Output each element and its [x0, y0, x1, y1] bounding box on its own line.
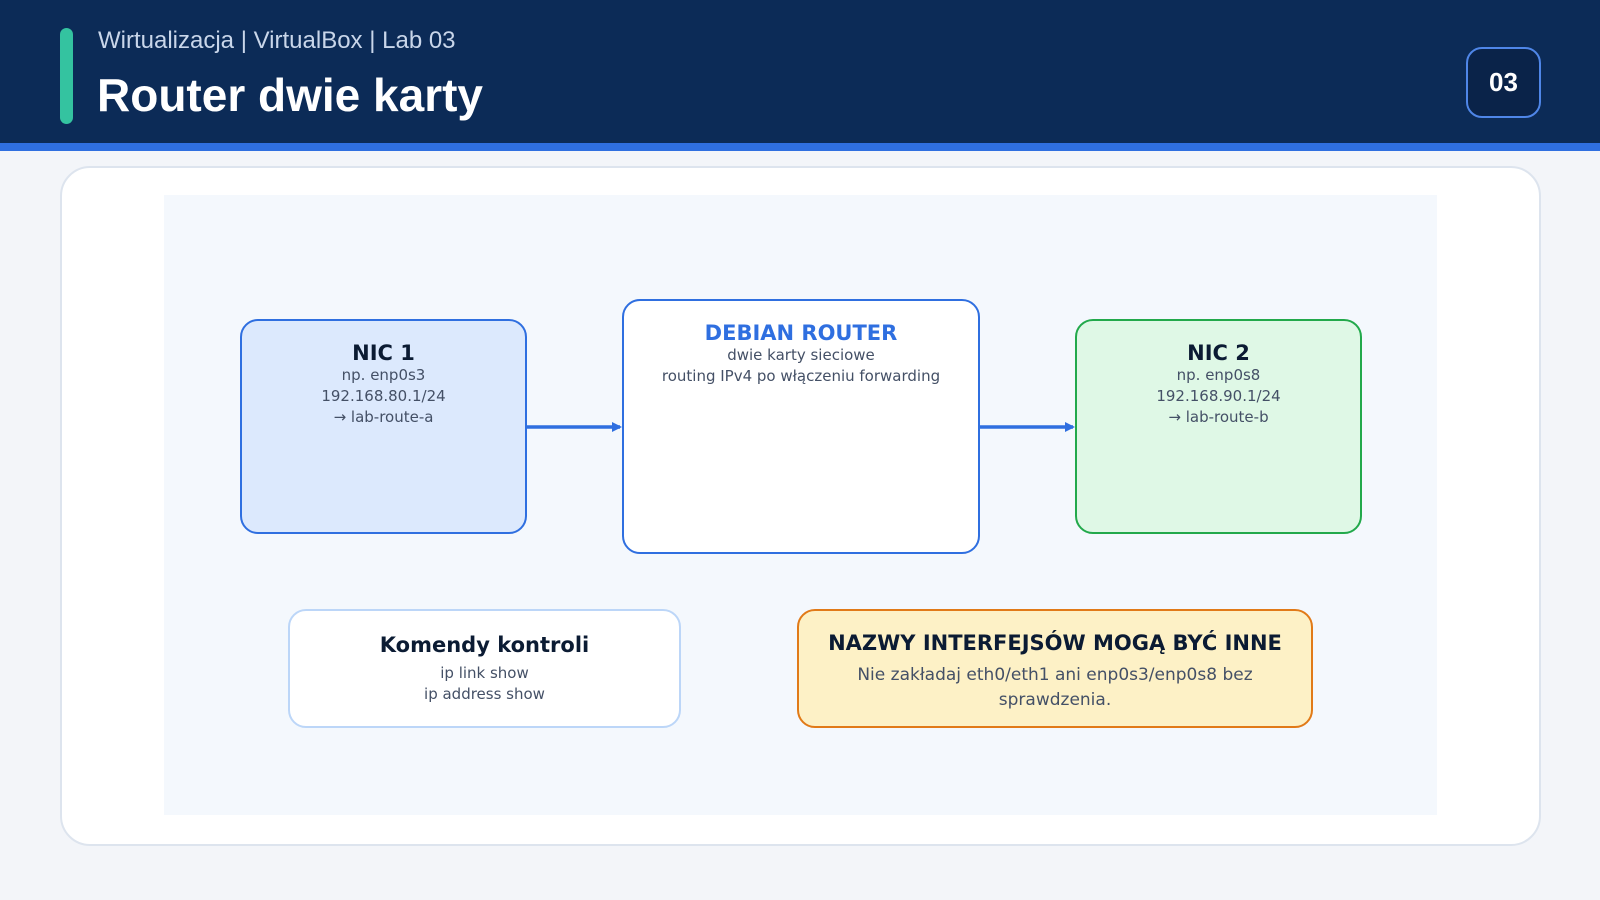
accent-bar: [60, 28, 73, 124]
nic1-network: → lab-route-a: [333, 408, 434, 426]
router-line-2: routing IPv4 po włączeniu forwarding: [661, 367, 941, 385]
nic1-box: NIC 1 np. enp0s3 192.168.80.1/24 → lab-r…: [240, 319, 527, 534]
nic1-address: 192.168.80.1/24: [321, 387, 446, 405]
warning-text: Nie zakładaj eth0/eth1 ani enp0s3/enp0s8…: [857, 665, 1253, 710]
nic2-title: NIC 2: [1187, 341, 1250, 365]
router-box: DEBIAN ROUTER dwie karty sieciowe routin…: [622, 299, 980, 554]
slide-number-badge: 03: [1466, 47, 1541, 118]
page-subtitle: Wirtualizacja | VirtualBox | Lab 03: [98, 27, 456, 54]
nic1-interface: np. enp0s3: [341, 366, 426, 384]
router-line-1: dwie karty sieciowe: [727, 346, 875, 364]
nic2-box: NIC 2 np. enp0s8 192.168.90.1/24 → lab-r…: [1075, 319, 1362, 534]
header-rule: [0, 143, 1600, 151]
commands-title: Komendy kontroli: [379, 633, 590, 657]
nic2-address: 192.168.90.1/24: [1156, 387, 1281, 405]
commands-box: Komendy kontroli ip link show ip address…: [288, 609, 681, 728]
command-line-2: ip address show: [424, 685, 545, 703]
router-title: DEBIAN ROUTER: [704, 321, 898, 345]
page-title: Router dwie karty: [97, 69, 483, 121]
nic2-interface: np. enp0s8: [1176, 366, 1261, 384]
command-line-1: ip link show: [440, 664, 529, 682]
warning-title: NAZWY INTERFEJSÓW MOGĄ BYĆ INNE: [828, 631, 1282, 655]
warning-box: NAZWY INTERFEJSÓW MOGĄ BYĆ INNE Nie zakł…: [797, 609, 1313, 728]
nic1-title: NIC 1: [352, 341, 415, 365]
nic2-network: → lab-route-b: [1168, 408, 1269, 426]
